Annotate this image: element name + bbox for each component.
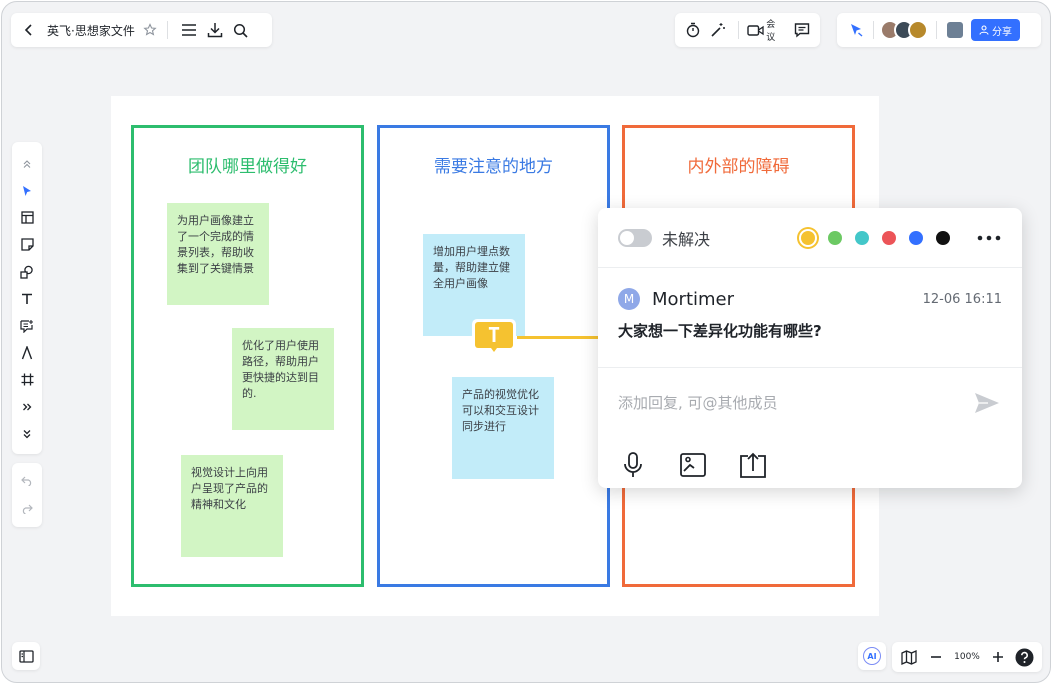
top-middle-toolbar: 会议 xyxy=(675,13,820,47)
sticky-note-icon[interactable] xyxy=(14,231,40,258)
comment-connector xyxy=(517,336,599,339)
more-options-icon[interactable] xyxy=(976,228,1002,248)
text-marker-label: T xyxy=(487,323,501,347)
sticky-note[interactable]: 视觉设计上向用户呈现了产品的精神和文化 xyxy=(181,455,283,557)
reply-input[interactable] xyxy=(618,394,972,412)
zoom-level[interactable]: 100% xyxy=(952,652,982,662)
comment-icon[interactable] xyxy=(789,17,814,43)
collaborator-avatar[interactable] xyxy=(908,20,928,40)
sticky-note[interactable]: 为用户画像建立了一个完成的情景列表，帮助收集到了关键情景 xyxy=(167,203,269,305)
text-comment-marker[interactable]: T xyxy=(471,318,517,358)
author-avatar: M xyxy=(618,288,640,310)
frame-title: 内外部的障碍 xyxy=(687,157,790,177)
color-dot[interactable] xyxy=(882,230,896,245)
text-tool-icon[interactable] xyxy=(14,285,40,312)
share-button[interactable]: 分享 xyxy=(971,19,1020,41)
author-name: Mortimer xyxy=(652,288,735,310)
frame-template-icon[interactable] xyxy=(14,204,40,231)
video-camera-icon[interactable] xyxy=(747,17,764,43)
select-arrow-icon[interactable] xyxy=(14,177,40,204)
left-toolbar xyxy=(12,142,42,454)
more-tools-icon[interactable] xyxy=(14,393,40,420)
zoom-controls: 100% xyxy=(892,642,1042,672)
sidebar-icon xyxy=(18,649,34,663)
undo-icon[interactable] xyxy=(16,470,38,492)
expand-down-icon[interactable] xyxy=(14,420,40,447)
sticky-note[interactable]: 产品的视觉优化可以和交互设计同步进行 xyxy=(452,377,554,479)
map-icon[interactable] xyxy=(898,644,921,670)
back-arrow-icon[interactable] xyxy=(19,20,39,40)
share-label: 分享 xyxy=(992,26,1012,38)
menu-icon[interactable] xyxy=(176,17,202,43)
color-dot[interactable] xyxy=(909,230,923,245)
user-avatar[interactable] xyxy=(945,20,965,40)
divider xyxy=(936,21,937,39)
comment-body: M Mortimer 12-06 16:11 大家想一下差异化功能有哪些? xyxy=(598,268,1022,368)
send-icon[interactable] xyxy=(972,388,1002,418)
share-upload-icon[interactable] xyxy=(738,450,768,480)
comment-time: 12-06 16:11 xyxy=(922,291,1002,307)
document-title[interactable]: 英飞·思想家文件 xyxy=(47,22,135,39)
comment-text: 大家想一下差异化功能有哪些? xyxy=(618,322,822,340)
timer-icon[interactable] xyxy=(681,17,706,43)
history-panel xyxy=(12,463,42,527)
ai-icon: AI xyxy=(863,647,881,665)
comment-add-icon[interactable] xyxy=(14,312,40,339)
color-dot[interactable] xyxy=(936,230,950,245)
magic-wand-icon[interactable] xyxy=(706,17,731,43)
frame-title: 团队哪里做得好 xyxy=(188,157,307,177)
top-right-toolbar: 分享 xyxy=(837,13,1041,47)
outline-panel-toggle[interactable] xyxy=(12,642,40,670)
color-dot[interactable] xyxy=(855,230,869,245)
color-dot[interactable] xyxy=(801,230,815,245)
color-picker xyxy=(801,230,950,245)
pen-icon[interactable] xyxy=(14,339,40,366)
redo-icon[interactable] xyxy=(16,498,38,520)
comment-card: 未解决 M Mortimer 12-06 16:11 大家想一下差异化功能有哪些… xyxy=(598,208,1022,488)
star-icon[interactable] xyxy=(141,21,159,39)
color-dot[interactable] xyxy=(828,230,842,245)
person-icon xyxy=(979,25,989,35)
divider xyxy=(873,21,874,39)
reply-row xyxy=(598,368,1022,418)
comment-actions xyxy=(598,418,1022,480)
cursor-follow-icon[interactable] xyxy=(845,19,867,41)
search-icon[interactable] xyxy=(228,17,254,43)
crop-frame-icon[interactable] xyxy=(14,366,40,393)
zoom-in-icon[interactable] xyxy=(986,644,1009,670)
resolve-status: 未解决 xyxy=(662,229,711,249)
microphone-icon[interactable] xyxy=(618,450,648,480)
top-left-toolbar: 英飞·思想家文件 xyxy=(11,13,272,47)
app-window: 英飞·思想家文件 会议 分享 团队哪里做得好 需要注意的地方 内外部的障碍 为用… xyxy=(1,1,1051,683)
comment-header: 未解决 xyxy=(598,208,1022,268)
shapes-icon[interactable] xyxy=(14,258,40,285)
zoom-out-icon[interactable] xyxy=(925,644,948,670)
collapse-up-icon[interactable] xyxy=(14,150,40,177)
download-icon[interactable] xyxy=(202,17,228,43)
sticky-note[interactable]: 优化了用户使用路径，帮助用户更快捷的达到目的. xyxy=(232,328,334,430)
divider xyxy=(738,21,740,39)
help-icon[interactable] xyxy=(1013,644,1036,670)
divider xyxy=(166,21,168,39)
ai-assistant-button[interactable]: AI xyxy=(858,642,886,670)
image-upload-icon[interactable] xyxy=(678,450,708,480)
meeting-label[interactable]: 会议 xyxy=(766,17,783,43)
frame-title: 需要注意的地方 xyxy=(434,157,553,177)
resolve-toggle[interactable] xyxy=(618,228,652,247)
